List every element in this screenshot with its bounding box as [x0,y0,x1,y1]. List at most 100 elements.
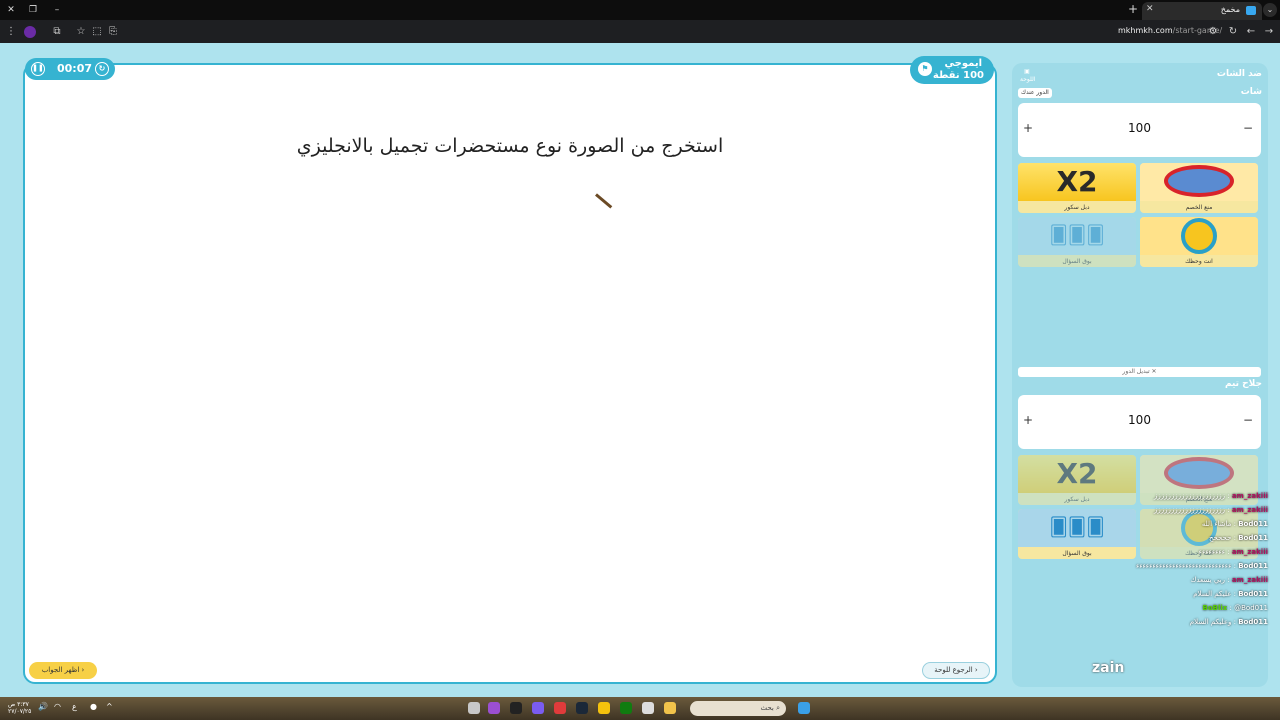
back-icon[interactable]: ← [1244,25,1258,39]
chevron-left-icon: ‹ [81,666,85,674]
chat-text: وعليكم السلام [1189,618,1232,626]
clock-date: ٢٧/٠٧/٢٥ [8,708,32,715]
close-tab-icon[interactable]: ✕ [1146,4,1154,14]
app-icon-xbox[interactable] [620,702,632,714]
share-icon[interactable]: ⎘ [106,25,120,39]
chat-username: Bod011 [1238,520,1268,528]
taskbar: ٣:٣٧ ص ٢٧/٠٧/٢٥ 🔊 ◠ ع ● ^ ⌕ بحث [0,697,1280,720]
team1-score-box: + 100 − [1018,103,1261,157]
app-icon-steam[interactable] [576,702,588,714]
stream-chat-overlay: am_zakiii : ززززززززززززززززززززز am_zak… [1128,492,1268,632]
back-to-board-button[interactable]: ‹ الرجوع للوحة [922,662,990,679]
minimize-window-icon[interactable]: – [50,3,64,17]
board-icon[interactable]: ▣ اللوحة [1020,68,1036,84]
chat-text: ححححح [1209,534,1232,542]
browser-tab[interactable]: ✕ مخمخ [1142,2,1262,20]
site-settings-icon[interactable]: ⚙ [1206,25,1220,39]
chat-text: عليكم السلام [1193,590,1232,598]
app-icon-calendar[interactable] [642,702,654,714]
screenshot-icon[interactable]: ⬚ [90,25,104,39]
chat-message: am_zakiii : ززززززززززززززززززززز [1154,492,1268,500]
search-placeholder: بحث [760,704,774,712]
double-score-icon: X2 [1018,455,1136,493]
timer-value: 00:07 [57,62,93,75]
url-domain: mkhmkh.com [1118,26,1173,35]
chat-text: ءءءءءءءءءءءءءءءءءءءءءءءءءءءءء [1135,562,1232,570]
switch-turn-label: تبديل الدور [1122,368,1150,375]
chat-username: am_zakiii [1231,492,1268,500]
restore-window-icon[interactable]: ❐ [26,3,40,17]
category-name: ايموجي [944,58,982,69]
report-flag-icon[interactable]: ⚑ [918,62,932,76]
powerup-label: دبل سكور [1064,204,1090,211]
chat-username: am_zakiii [1231,548,1268,556]
wifi-icon[interactable]: ◠ [54,702,61,711]
decrease-score-button[interactable]: − [1243,413,1253,427]
double-score-icon: X2 [1018,163,1136,201]
volume-icon[interactable]: 🔊 [38,702,48,711]
new-tab-icon[interactable]: + [1128,3,1138,15]
chat-text: ربي يسعدك [1190,576,1226,584]
app-icon-obs[interactable] [510,702,522,714]
chat-text: ءءءءءءءء [1198,548,1226,556]
team1-powerups: X2 دبل سكور منع الخصم 🂠🂠🂠 بوق السؤال انت… [1018,163,1261,269]
chat-username: BoBlix [1202,604,1228,612]
tab-search-icon[interactable]: ⌄ [1263,3,1277,17]
team2-score: 100 [1128,413,1151,427]
reload-icon[interactable]: ↻ [1226,25,1240,39]
app-icon-twitch[interactable] [532,702,544,714]
start-windows-icon[interactable] [798,702,810,714]
chat-username: Bod011 [1238,562,1268,570]
question-text: استخرج من الصورة نوع مستحضرات تجميل بالا… [296,135,724,157]
team1-score: 100 [1128,121,1151,135]
category-points: 100 نقطة [932,70,984,81]
switch-turn-button[interactable]: ✕ تبديل الدور [1018,367,1261,377]
chat-message: am_zakiii : ززززززززززززززززززززز [1154,506,1268,514]
app-icon-discord[interactable] [488,702,500,714]
luck-wheel-powerup[interactable]: انت وحظك [1140,217,1258,267]
pause-icon[interactable]: ❚❚ [31,62,45,76]
app-icon-chrome[interactable] [598,702,610,714]
timer-pill: ❚❚ 00:07 ↻ [25,58,115,80]
forward-icon[interactable]: → [1262,25,1276,39]
extensions-icon[interactable]: ⧉ [50,25,64,39]
board-label: اللوحة [1020,76,1036,83]
language-indicator[interactable]: ع [72,702,77,711]
reset-timer-icon[interactable]: ↻ [95,62,109,76]
question-horn-powerup[interactable]: 🂠🂠🂠 بوق السؤال [1018,509,1136,559]
tab-title: مخمخ [1220,5,1240,14]
browser-titlebar: ✕ ❐ – + ✕ مخمخ ⌄ [0,0,1280,20]
chat-text: ززززززززززززززززززززز [1154,492,1226,500]
app-icon-file-explorer[interactable] [664,702,676,714]
swap-icon: ✕ [1151,368,1157,375]
chat-message: Bod011 : ححححح [1209,534,1268,542]
powerup-label: دبل سكور [1064,496,1090,503]
profile-avatar[interactable] [24,26,36,38]
powerup-label: منع الخصم [1185,204,1213,211]
decrease-score-button[interactable]: − [1243,121,1253,135]
show-answer-button[interactable]: ‹ اظهر الجواب [29,662,97,679]
bookmark-star-icon[interactable]: ☆ [74,25,88,39]
site-favicon-icon [1246,6,1256,15]
app-icon-settings[interactable] [468,702,480,714]
tray-overflow-icon[interactable]: ^ [106,702,113,711]
turn-badge: الدور عندك [1018,88,1052,98]
show-answer-label: اظهر الجواب [41,666,80,674]
app-icon-pinterest[interactable] [554,702,566,714]
chat-message: Bod011 : ءءءءءءءءءءءءءءءءءءءءءءءءءءءءء [1135,562,1268,570]
block-opponent-powerup[interactable]: منع الخصم [1140,163,1258,213]
question-horn-powerup[interactable]: 🂠🂠🂠 بوق السؤال [1018,217,1136,267]
chat-username: Bod011 [1238,534,1268,542]
chat-username: am_zakiii [1231,576,1268,584]
cards-icon: 🂠🂠🂠 [1018,509,1136,547]
block-icon [1140,163,1258,201]
mic-icon[interactable]: ● [90,702,97,711]
close-window-icon[interactable]: ✕ [4,3,18,17]
taskbar-clock[interactable]: ٣:٣٧ ص ٢٧/٠٧/٢٥ [8,701,31,715]
double-score-powerup[interactable]: X2 دبل سكور [1018,455,1136,505]
menu-icon[interactable]: ⋮ [4,25,18,39]
taskbar-search[interactable]: ⌕ بحث [690,701,786,716]
cards-icon: 🂠🂠🂠 [1018,217,1136,255]
double-score-powerup[interactable]: X2 دبل سكور [1018,163,1136,213]
team1-name: شات [1240,87,1262,97]
